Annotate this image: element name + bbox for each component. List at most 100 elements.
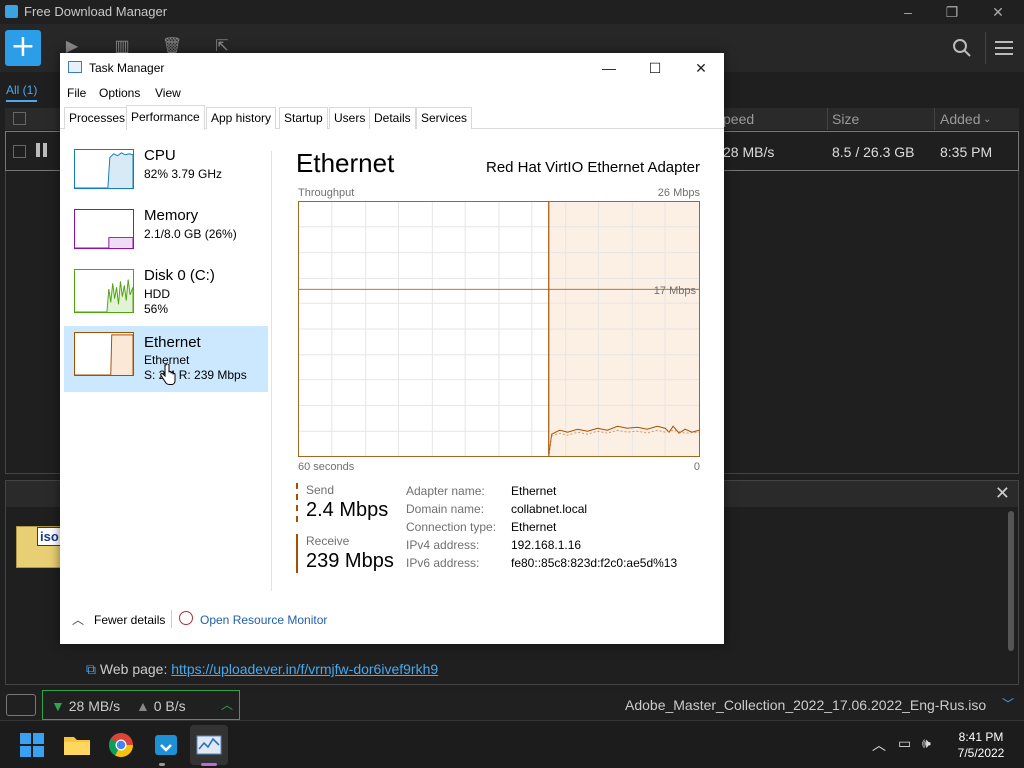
detail-value: Ethernet <box>511 484 557 498</box>
clock-time: 8:41 PM <box>958 730 1004 744</box>
chrome-icon[interactable] <box>105 729 137 761</box>
web-page-link[interactable]: https://uploadever.in/f/vrmjfw-dor6ivef9… <box>171 661 438 677</box>
tray-chevron-up-icon[interactable]: ︿ <box>872 735 886 755</box>
fdm-status-bar: ▼ 28 MB/s ▲ 0 B/s ︿ Adobe_Master_Collect… <box>0 690 1024 720</box>
taskbar-clock[interactable]: 8:41 PM 7/5/2022 <box>946 729 1016 761</box>
taskmgr-active-indicator <box>201 763 217 766</box>
chevron-down-icon[interactable]: ﹀ <box>1002 695 1014 712</box>
send-label: Send <box>306 483 335 497</box>
snail-mode-icon[interactable] <box>6 694 36 716</box>
detail-value: Ethernet <box>511 520 557 534</box>
send-stat: Send 2.4 Mbps <box>296 483 406 522</box>
send-value: 2.4 Mbps <box>306 499 389 521</box>
sidebar-divider <box>271 151 272 591</box>
throughput-graph <box>298 201 700 457</box>
hand-cursor-icon <box>160 364 176 385</box>
volume-icon[interactable]: 🕪 <box>922 735 931 752</box>
external-link-icon: ⧉ <box>86 661 96 677</box>
download-speed-value: 28 MB/s <box>68 698 121 714</box>
iso-file-icon: iso <box>16 526 62 568</box>
memory-usage: 2.1/8.0 GB (26%) <box>144 227 237 241</box>
select-all-checkbox[interactable] <box>13 112 26 125</box>
clock-date: 7/5/2022 <box>957 746 1005 760</box>
menu-options[interactable]: Options <box>99 86 140 100</box>
windows-start-icon[interactable] <box>16 729 48 761</box>
menu-view[interactable]: View <box>155 86 181 100</box>
cpu-thumbnail-graph <box>74 149 134 189</box>
detail-keys: Adapter name: Domain name: Connection ty… <box>406 482 496 572</box>
detail-key: Adapter name: <box>406 484 485 498</box>
open-resource-monitor-link[interactable]: Open Resource Monitor <box>200 613 327 627</box>
fdm-titlebar: Free Download Manager – ❐ ✕ <box>0 0 1024 24</box>
disk-thumbnail-graph <box>74 269 134 313</box>
fdm-taskbar-icon[interactable] <box>150 729 182 761</box>
chevron-up-icon[interactable]: ︿ <box>221 696 233 713</box>
fdm-window-title: Free Download Manager <box>24 4 168 19</box>
graph-label-throughput: Throughput <box>298 187 355 199</box>
download-size: 8.5 / 26.3 GB <box>832 144 915 160</box>
download-added: 8:35 PM <box>940 144 993 160</box>
search-icon[interactable] <box>952 38 972 58</box>
hamburger-menu-icon[interactable] <box>995 41 1013 55</box>
footer-divider <box>171 610 172 628</box>
disk-label: Disk 0 (C:) <box>144 267 215 284</box>
upload-speed-value: 0 B/s <box>153 698 186 714</box>
file-explorer-icon[interactable] <box>61 729 93 761</box>
ethernet-stats: Send 2.4 Mbps Receive 239 Mbps Adapter n… <box>296 483 700 583</box>
detail-heading: Ethernet <box>296 148 395 178</box>
receive-stat: Receive 239 Mbps <box>296 534 406 573</box>
disk-usage: 56% <box>144 302 169 316</box>
graph-mid-label: 17 Mbps <box>653 285 696 297</box>
tab-services[interactable]: Services <box>416 107 473 129</box>
chevron-up-icon[interactable]: ︿ <box>72 611 84 628</box>
minimize-icon[interactable]: – <box>898 2 918 22</box>
graph-time-label: 60 seconds <box>298 461 355 473</box>
sidebar-item-disk[interactable]: Disk 0 (C:) HDD 56% <box>64 263 268 329</box>
tm-minimize-icon[interactable]: — <box>589 57 629 79</box>
upload-arrow-icon: ▲ <box>136 698 150 714</box>
tab-details[interactable]: Details <box>369 107 416 129</box>
maximize-icon[interactable]: ❐ <box>942 2 962 22</box>
column-size[interactable]: Size <box>832 111 859 127</box>
speed-indicator[interactable]: ▼ 28 MB/s ▲ 0 B/s ︿ <box>42 690 240 720</box>
task-manager-titlebar[interactable]: Task Manager — ☐ ✕ <box>60 53 724 83</box>
add-download-button[interactable]: + <box>5 30 41 66</box>
tm-close-icon[interactable]: ✕ <box>681 57 721 79</box>
detail-key: Connection type: <box>406 520 497 534</box>
pause-icon[interactable] <box>36 143 48 157</box>
task-manager-app-icon <box>68 61 82 73</box>
tab-startup[interactable]: Startup <box>279 107 328 129</box>
sidebar-item-cpu[interactable]: CPU 82% 3.79 GHz <box>64 143 268 209</box>
tab-all[interactable]: All (1) <box>6 83 38 102</box>
upload-speed-status: ▲ 0 B/s <box>136 698 186 714</box>
tm-maximize-icon[interactable]: ☐ <box>635 57 675 79</box>
fdm-app-icon <box>5 5 18 18</box>
column-speed[interactable]: peed <box>723 111 754 127</box>
menu-file[interactable]: File <box>67 86 86 100</box>
memory-thumbnail-graph <box>74 209 134 249</box>
sidebar-item-memory[interactable]: Memory 2.1/8.0 GB (26%) <box>64 203 268 269</box>
web-page-label: Web page: <box>99 661 168 677</box>
task-manager-window: Task Manager — ☐ ✕ File Options View Pro… <box>60 53 724 644</box>
download-arrow-icon: ▼ <box>51 698 65 714</box>
details-scrollbar[interactable] <box>1008 511 1014 651</box>
toolbar-divider <box>985 32 986 64</box>
tab-app-history[interactable]: App history <box>206 107 277 129</box>
task-manager-tabs: Processes Performance App history Startu… <box>60 105 724 130</box>
network-icon[interactable]: ▭ <box>898 735 911 752</box>
web-page-row: ⧉ Web page: https://uploadever.in/f/vrmj… <box>86 661 438 678</box>
sort-chevron-icon: ⌄ <box>983 114 992 125</box>
column-added[interactable]: Added <box>940 111 980 127</box>
close-icon[interactable]: ✕ <box>988 2 1008 22</box>
taskbar: ︿ ▭ 🕪 8:41 PM 7/5/2022 <box>0 720 1024 768</box>
tab-performance[interactable]: Performance <box>126 105 205 130</box>
task-manager-taskbar-icon[interactable] <box>193 729 225 761</box>
close-details-icon[interactable]: ✕ <box>995 483 1010 504</box>
detail-key: IPv4 address: <box>406 538 480 552</box>
download-row-checkbox[interactable] <box>13 145 26 158</box>
resource-monitor-icon[interactable] <box>179 611 193 625</box>
fewer-details-button[interactable]: Fewer details <box>94 613 165 627</box>
tab-processes[interactable]: Processes <box>64 107 131 129</box>
tab-users[interactable]: Users <box>329 107 371 129</box>
ethernet-detail-pane: Ethernet Red Hat VirtIO Ethernet Adapter… <box>296 143 700 593</box>
